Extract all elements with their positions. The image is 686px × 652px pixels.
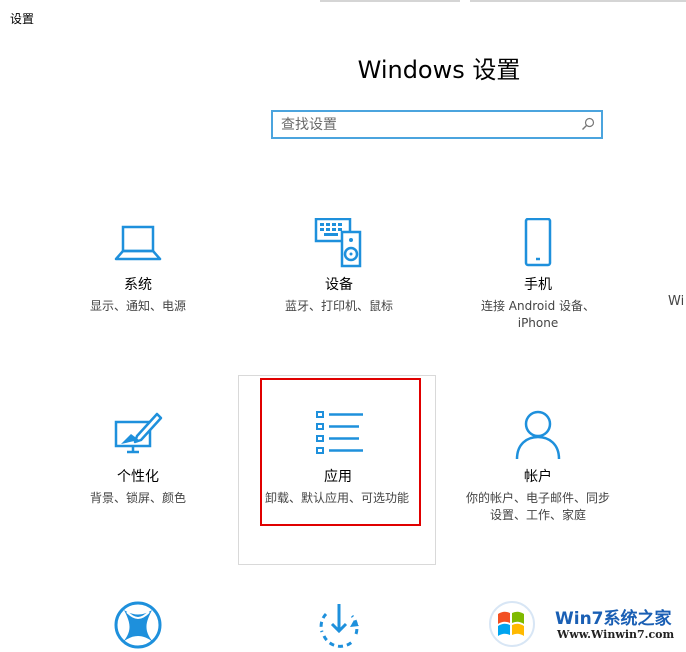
tile-devices[interactable]: 设备 蓝牙、打印机、鼠标 xyxy=(239,218,439,315)
devices-icon xyxy=(314,218,362,268)
laptop-icon xyxy=(114,225,162,261)
page-title-text: Windows 设置 xyxy=(357,56,521,84)
xbox-icon xyxy=(114,601,162,649)
watermark-brand: Win7系统之家 xyxy=(555,609,672,629)
tile-description-line: 设置、工作、家庭 xyxy=(489,508,586,522)
tile-name: 设备 xyxy=(325,277,353,293)
tile-description-line: iPhone xyxy=(517,316,559,330)
tile-accounts[interactable]: 帐户 你的帐户、电子邮件、同步 设置、工作、家庭 xyxy=(438,410,638,524)
search-input[interactable] xyxy=(281,115,571,135)
tile-description: 蓝牙、打印机、鼠标 xyxy=(284,299,393,313)
account-icon xyxy=(515,410,561,460)
page-title: Windows 设置 xyxy=(0,50,686,85)
top-strip-segment xyxy=(470,0,686,2)
tile-description: 显示、通知、电源 xyxy=(89,299,186,313)
personalization-icon xyxy=(114,412,163,454)
tile-phone[interactable]: 手机 连接 Android 设备、 iPhone xyxy=(438,218,638,332)
top-strip xyxy=(0,0,686,3)
tile-update[interactable] xyxy=(239,602,439,652)
tile-name: 系统 xyxy=(124,277,152,293)
top-strip-segment xyxy=(320,0,460,2)
tile-description-line: 你的帐户、电子邮件、同步 xyxy=(465,491,610,505)
tile-description: 你的帐户、电子邮件、同步 设置、工作、家庭 xyxy=(438,490,638,524)
tile-gaming[interactable] xyxy=(38,600,238,650)
window-title: 设置 xyxy=(10,12,35,26)
phone-icon xyxy=(524,218,552,267)
tile-description-line: 连接 Android 设备、 xyxy=(480,299,596,313)
highlight-box xyxy=(260,378,421,526)
search-icon[interactable] xyxy=(581,117,595,131)
tile-name: 手机 xyxy=(524,277,552,293)
tile-system[interactable]: 系统 显示、通知、电源 xyxy=(38,218,238,315)
tile-name: 帐户 xyxy=(524,469,552,485)
tile-description: 连接 Android 设备、 iPhone xyxy=(438,298,638,332)
watermark-url: Www.Winwin7.com xyxy=(557,628,675,641)
update-icon xyxy=(319,604,359,648)
partial-tile-text: Wi xyxy=(668,294,685,309)
tile-description: 背景、锁屏、颜色 xyxy=(89,491,186,505)
tile-personalization[interactable]: 个性化 背景、锁屏、颜色 xyxy=(38,410,238,507)
tile-name: 个性化 xyxy=(117,469,159,485)
search-box[interactable] xyxy=(271,110,603,139)
